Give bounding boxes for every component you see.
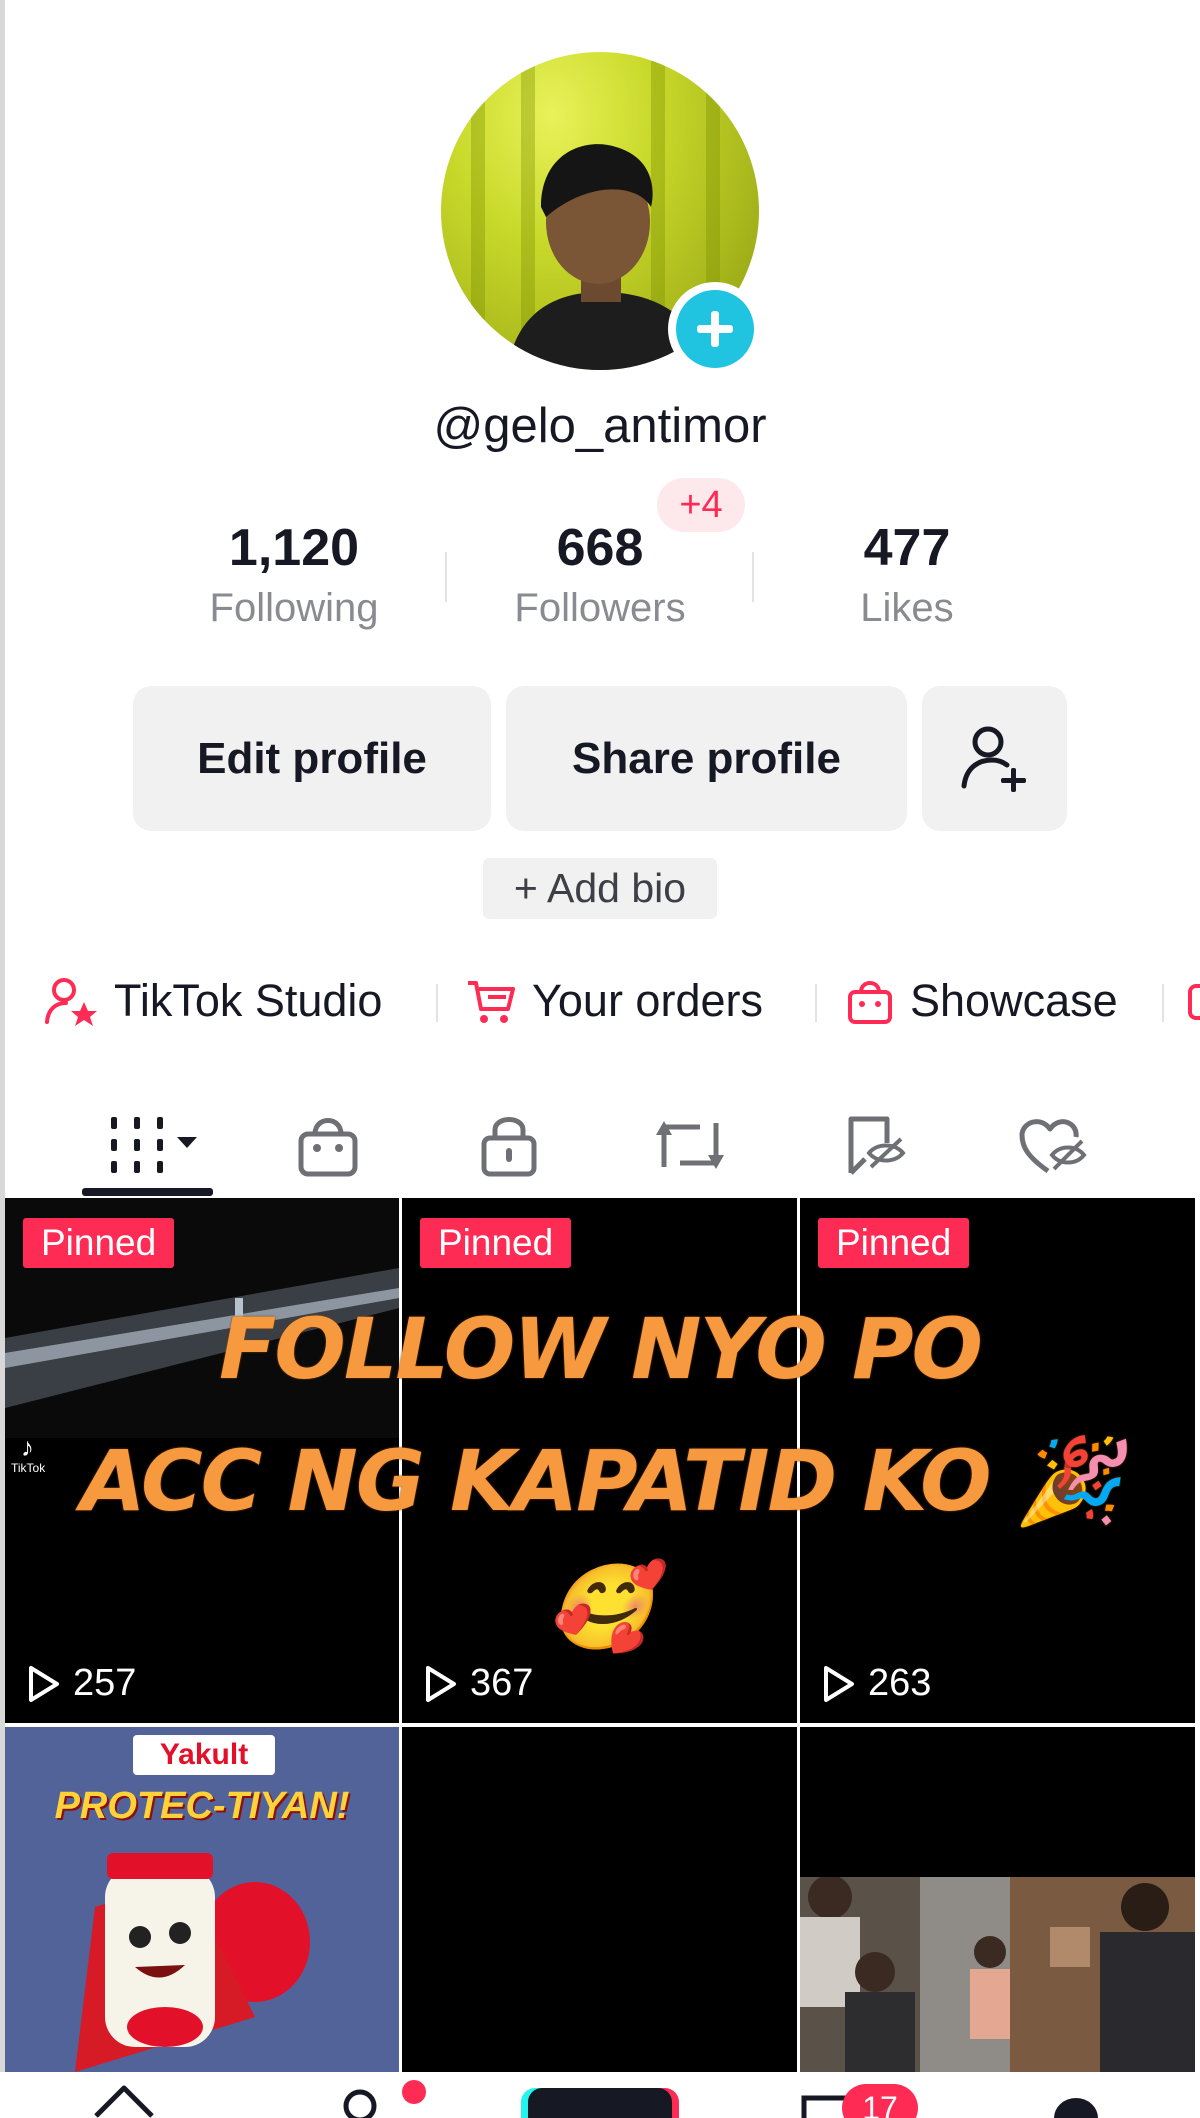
followers-label: Followers	[514, 586, 686, 630]
play-icon	[29, 1665, 59, 1702]
studio-user-star-icon	[45, 978, 97, 1026]
friends-notification-dot	[402, 2080, 426, 2104]
tab-favorites[interactable]	[826, 1090, 926, 1200]
active-tab-indicator	[82, 1188, 213, 1196]
tab-shop[interactable]	[278, 1090, 378, 1200]
favorites-hidden-icon	[848, 1116, 906, 1175]
video-thumbnail	[800, 1877, 1195, 2072]
tab-liked[interactable]	[1004, 1090, 1104, 1200]
tiktok-studio-label: TikTok Studio	[114, 975, 383, 1026]
showcase-label: Showcase	[910, 975, 1118, 1026]
cart-icon	[468, 981, 515, 1023]
link-divider	[1162, 984, 1164, 1022]
bottom-nav	[0, 2072, 1200, 2118]
video-tile[interactable]	[800, 1727, 1195, 2072]
home-icon[interactable]	[92, 2080, 156, 2118]
caption-line-2: ACC NG KAPATID KO 🎉	[80, 1432, 1122, 1530]
add-avatar-button[interactable]	[668, 282, 762, 376]
create-button[interactable]	[528, 2088, 672, 2118]
tiktok-studio-link[interactable]: TikTok Studio	[44, 970, 382, 1032]
content-tabs	[0, 1090, 1200, 1200]
pinned-badge: Pinned	[23, 1218, 175, 1268]
showcase-link[interactable]: Showcase	[846, 970, 1118, 1032]
grid-icon	[111, 1117, 197, 1173]
shopping-bag-icon	[848, 981, 892, 1024]
link-divider	[815, 984, 817, 1022]
play-icon	[824, 1665, 854, 1702]
friends-icon[interactable]	[338, 2080, 388, 2118]
your-orders-link[interactable]: Your orders	[466, 970, 763, 1032]
repost-icon	[656, 1121, 724, 1169]
profile-nav-icon[interactable]	[1054, 2098, 1098, 2118]
liked-hidden-icon	[1019, 1119, 1087, 1174]
view-count: 263	[820, 1662, 931, 1705]
new-followers-badge: +4	[657, 478, 745, 532]
tab-reposts[interactable]	[640, 1090, 740, 1200]
tab-private[interactable]	[459, 1090, 559, 1200]
following-label: Following	[209, 586, 379, 630]
play-icon	[426, 1665, 456, 1702]
pinned-badge: Pinned	[818, 1218, 970, 1268]
add-friends-button[interactable]	[922, 686, 1067, 831]
tab-videos[interactable]	[90, 1090, 220, 1200]
edit-profile-button[interactable]: Edit profile	[133, 686, 491, 831]
thumbnail-headline: PROTEC-TIYAN!	[54, 1785, 350, 1827]
brand-label: Yakult	[133, 1735, 275, 1775]
followers-stat[interactable]: 668 Followers	[470, 518, 730, 631]
inbox-badge: 17	[842, 2084, 918, 2118]
view-count: 257	[25, 1662, 136, 1705]
view-count-value: 367	[470, 1662, 534, 1704]
view-count-value: 263	[868, 1662, 932, 1704]
share-profile-button[interactable]: Share profile	[506, 686, 907, 831]
lock-icon	[481, 1117, 537, 1177]
creator-links-row: TikTok Studio Your orders Showcase	[0, 970, 1200, 1032]
shop-bag-icon	[298, 1118, 358, 1177]
view-count-value: 257	[73, 1662, 137, 1704]
likes-label: Likes	[860, 586, 954, 630]
video-thumbnail	[5, 1727, 399, 2072]
more-link-icon[interactable]	[1188, 984, 1200, 1020]
caption-line-3: 🥰	[547, 1558, 653, 1656]
add-user-icon	[961, 726, 1026, 792]
stat-divider	[445, 552, 447, 602]
video-tile[interactable]: Yakult PROTEC-TIYAN!	[5, 1727, 399, 2072]
likes-stat[interactable]: 477 Likes	[777, 518, 1037, 631]
stat-divider	[752, 552, 754, 602]
pinned-badge: Pinned	[420, 1218, 572, 1268]
plus-icon	[676, 290, 754, 368]
following-count: 1,120	[228, 519, 360, 577]
video-tile[interactable]	[402, 1727, 797, 2072]
username: @gelo_antimor	[433, 399, 767, 453]
caption-line-1: FOLLOW NYO PO	[219, 1300, 983, 1398]
your-orders-label: Your orders	[532, 975, 763, 1026]
view-count: 367	[422, 1662, 533, 1705]
add-bio-button[interactable]: + Add bio	[483, 858, 717, 919]
link-divider	[436, 984, 438, 1022]
following-stat[interactable]: 1,120 Following	[164, 518, 424, 631]
likes-count: 477	[863, 519, 951, 577]
